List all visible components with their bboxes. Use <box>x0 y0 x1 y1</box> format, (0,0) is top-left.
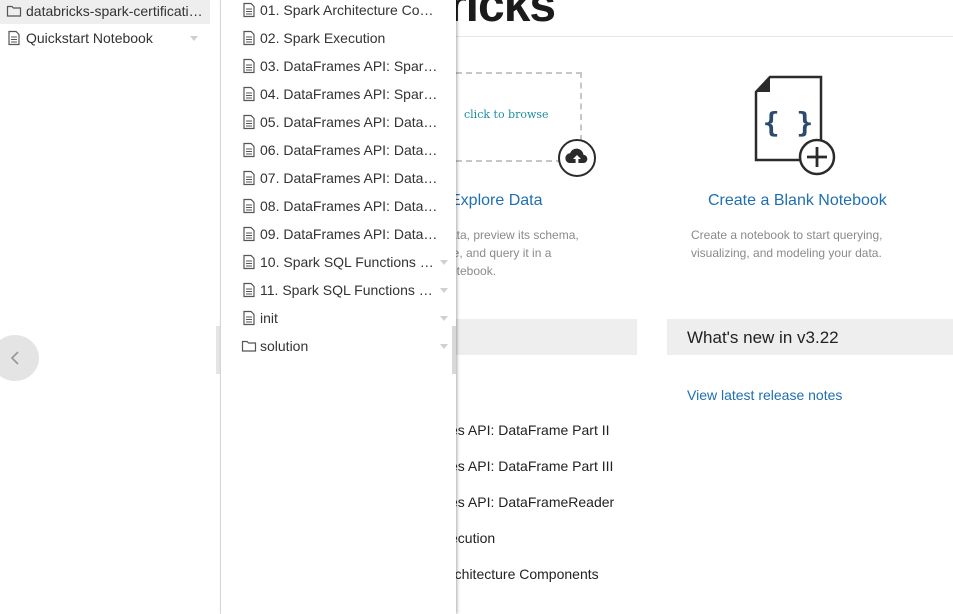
recent-item[interactable]: ecution <box>450 530 495 546</box>
notebook-icon <box>243 30 255 46</box>
explore-data-description: ata, preview its schema, le, and query i… <box>450 226 630 280</box>
create-blank-notebook-link[interactable]: Create a Blank Notebook <box>708 192 887 210</box>
notebook-icon <box>243 254 255 270</box>
header-divider <box>456 36 953 37</box>
folder-item[interactable]: 07. DataFrames API: Data… <box>241 165 446 191</box>
notebook-icon <box>243 58 255 74</box>
folder-item[interactable]: solution <box>241 333 448 359</box>
recents-header <box>452 319 637 355</box>
explore-data-link[interactable]: Explore Data <box>450 192 543 210</box>
folder-item[interactable]: 01. Spark Architecture Co… <box>241 0 446 23</box>
workspace-item-label: databricks-spark-certificati… <box>26 3 203 19</box>
chevron-left-icon <box>10 351 19 365</box>
notebook-icon <box>243 310 255 326</box>
chevron-down-icon[interactable] <box>440 259 448 265</box>
folder-contents-panel: 01. Spark Architecture Co… 02. Spark Exec… <box>221 0 456 614</box>
chevron-down-icon[interactable] <box>440 315 448 321</box>
folder-item-label: 08. DataFrames API: Data… <box>260 198 438 214</box>
folder-item[interactable]: 09. DataFrames API: Data… <box>241 221 446 247</box>
folder-item-label: 09. DataFrames API: Data… <box>260 226 438 242</box>
blank-desc-line: visualizing, and modeling your data. <box>691 246 882 260</box>
chevron-down-icon[interactable] <box>440 287 448 293</box>
folder-item[interactable]: 02. Spark Execution <box>241 25 446 51</box>
workspace-item-label: Quickstart Notebook <box>26 30 153 46</box>
folder-item[interactable]: 03. DataFrames API: Spar… <box>241 53 446 79</box>
notebook-icon <box>8 30 20 46</box>
blank-notebook-icon[interactable]: { } <box>752 74 838 176</box>
whats-new-title: What's new in v3.22 <box>687 328 839 347</box>
folder-item-label: 11. Spark SQL Functions … <box>260 282 433 298</box>
blank-desc-line: Create a notebook to start querying, <box>691 228 883 242</box>
folder-item-label: 04. DataFrames API: Spar… <box>260 86 438 102</box>
recent-item[interactable]: es API: DataFrame Part II <box>450 422 610 438</box>
folder-item[interactable]: init <box>241 305 448 331</box>
folder-item-label: 10. Spark SQL Functions … <box>260 254 434 270</box>
braces-glyph: { } <box>763 106 814 139</box>
brand-logo: ricks <box>448 0 556 32</box>
notebook-icon <box>243 282 255 298</box>
folder-icon <box>241 340 257 352</box>
folder-item-label: 05. DataFrames API: Data… <box>260 114 438 130</box>
folder-item[interactable]: 04. DataFrames API: Spar… <box>241 81 446 107</box>
workspace-item-certification-folder[interactable]: databricks-spark-certificati… <box>0 0 210 24</box>
chevron-down-icon[interactable] <box>440 343 448 349</box>
notebook-icon <box>243 170 255 186</box>
notebook-icon <box>243 226 255 242</box>
folder-item-label: solution <box>260 338 309 354</box>
recent-item[interactable]: rchitecture Components <box>450 566 599 582</box>
cloud-upload-icon <box>558 139 596 177</box>
folder-item-label: 03. DataFrames API: Spar… <box>260 58 438 74</box>
notebook-icon <box>243 198 255 214</box>
scrollbar[interactable] <box>452 326 456 374</box>
recent-item[interactable]: es API: DataFrame Part III <box>450 458 613 474</box>
workspace-item-quickstart[interactable]: Quickstart Notebook <box>0 25 210 51</box>
folder-icon <box>6 5 22 17</box>
folder-item[interactable]: 11. Spark SQL Functions … <box>241 277 448 303</box>
workspace-browser: databricks-spark-certificati… Quickstart… <box>0 0 221 614</box>
recent-item[interactable]: es API: DataFrameReader <box>450 494 614 510</box>
browse-link[interactable]: click to browse <box>464 108 549 121</box>
explore-desc-line: le, and query it in a <box>450 246 552 260</box>
folder-item-label: 06. DataFrames API: Data… <box>260 142 438 158</box>
notebook-icon <box>243 86 255 102</box>
notebook-icon <box>243 2 255 18</box>
blank-notebook-description: Create a notebook to start querying, vis… <box>691 226 911 262</box>
folder-item-label: 01. Spark Architecture Co… <box>260 2 434 18</box>
chevron-down-icon[interactable] <box>190 35 198 41</box>
folder-item[interactable]: 06. DataFrames API: Data… <box>241 137 446 163</box>
folder-item[interactable]: 10. Spark SQL Functions … <box>241 249 448 275</box>
folder-item[interactable]: 08. DataFrames API: Data… <box>241 193 446 219</box>
folder-item-label: 07. DataFrames API: Data… <box>260 170 438 186</box>
folder-item[interactable]: 05. DataFrames API: Data… <box>241 109 446 135</box>
release-notes-link[interactable]: View latest release notes <box>687 387 842 403</box>
explore-desc-line: ata, preview its schema, <box>450 228 579 242</box>
explore-desc-line: otebook. <box>450 264 497 278</box>
scrollbar[interactable] <box>216 326 220 374</box>
folder-item-label: 02. Spark Execution <box>260 30 386 46</box>
notebook-icon <box>243 114 255 130</box>
folder-item-label: init <box>260 310 278 326</box>
notebook-icon <box>243 142 255 158</box>
